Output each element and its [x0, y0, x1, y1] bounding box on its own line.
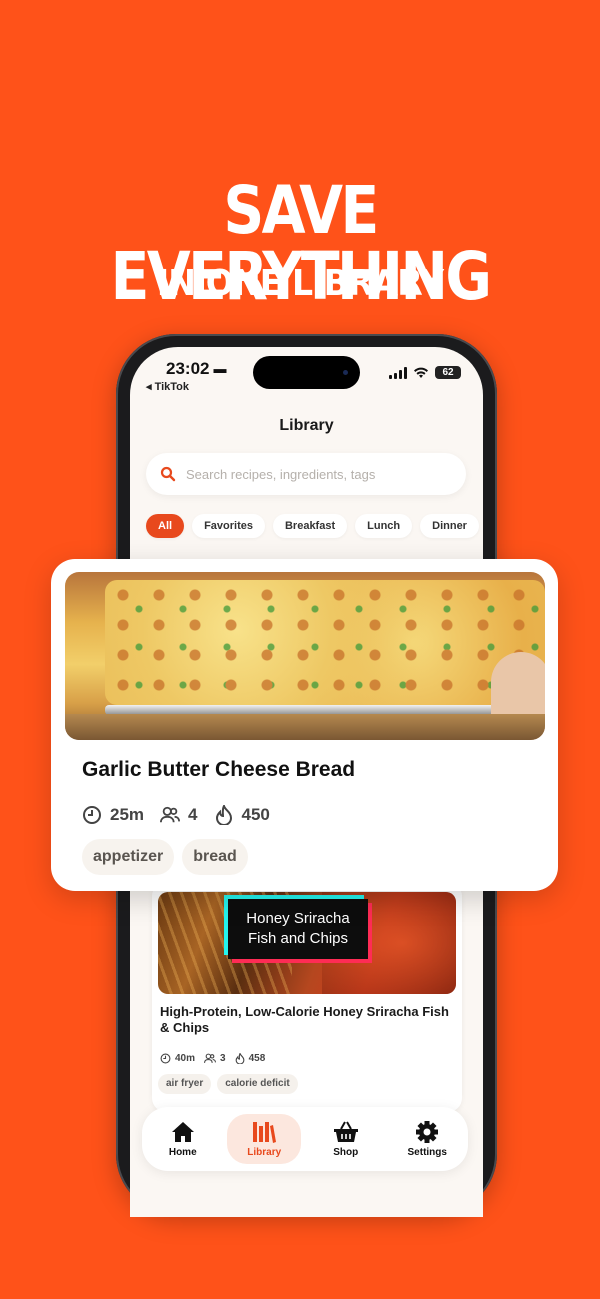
filter-chip-all[interactable]: All [146, 514, 185, 538]
status-time: 23:02 ▬ [166, 359, 227, 378]
filter-chip-breakfast[interactable]: Breakfast [272, 514, 348, 538]
recipe-meta: 40m 3 458 [160, 1053, 265, 1064]
page-title: Library [279, 417, 334, 434]
recipe-tags: air fryer calorie deficit [158, 1074, 298, 1094]
battery-indicator: 62 [435, 366, 461, 379]
recipe-tag[interactable]: calorie deficit [217, 1074, 298, 1094]
recipe-servings: 3 [220, 1053, 226, 1064]
wifi-icon [414, 367, 428, 378]
recipe-card[interactable]: Honey Sriracha Fish and Chips High-Prote… [152, 882, 462, 1112]
tab-home[interactable]: Home [146, 1120, 220, 1158]
recipe-tag[interactable]: bread [182, 839, 248, 875]
signal-icon [389, 366, 407, 379]
featured-recipe-title: Garlic Butter Cheese Bread [82, 758, 356, 781]
flame-icon [235, 1053, 244, 1064]
recipe-time: 40m [175, 1053, 196, 1064]
people-icon [160, 806, 181, 823]
video-title-overlay: Honey Sriracha Fish and Chips [228, 899, 368, 959]
search-input[interactable] [186, 466, 456, 482]
clock-icon [160, 1053, 171, 1064]
status-icons: 62 [389, 366, 461, 379]
gear-icon [416, 1121, 439, 1143]
clock-icon [83, 806, 101, 824]
library-icon [253, 1122, 277, 1143]
featured-recipe-time: 25m [110, 805, 145, 824]
recipe-calories: 458 [248, 1053, 266, 1064]
featured-recipe-image [65, 572, 545, 740]
featured-recipe-meta: 25m 4 450 [82, 805, 270, 825]
filter-chip-favorites[interactable]: Favorites [192, 514, 265, 538]
featured-recipe-tags: appetizer bread [82, 839, 248, 875]
filter-chip-dinner[interactable]: Dinner [420, 514, 479, 538]
tab-shop[interactable]: Shop [309, 1120, 383, 1158]
recipe-tag[interactable]: air fryer [158, 1074, 212, 1094]
tab-library[interactable]: Library [227, 1114, 302, 1164]
tab-settings[interactable]: Settings [390, 1120, 464, 1158]
featured-recipe-calories: 450 [241, 805, 270, 824]
subheadline: IN ONE LIBRARY [156, 263, 444, 304]
featured-recipe-servings: 4 [188, 805, 198, 824]
search-bar[interactable] [146, 453, 466, 495]
people-icon [204, 1053, 217, 1063]
bottom-tab-bar: Home Library Shop Settings [142, 1107, 468, 1171]
filter-chip-lunch[interactable]: Lunch [355, 514, 413, 538]
featured-recipe-card[interactable]: Garlic Butter Cheese Bread 25m 4 450 app… [51, 559, 558, 891]
dynamic-island [253, 356, 360, 389]
basket-icon [333, 1121, 358, 1142]
bed-icon: ▬ [213, 361, 227, 376]
flame-icon [215, 805, 232, 825]
search-icon [160, 466, 176, 482]
filter-chips: All Favorites Breakfast Lunch Dinner [146, 514, 483, 538]
recipe-tag[interactable]: appetizer [82, 839, 175, 875]
back-to-app-link[interactable]: ◂ TikTok [146, 380, 189, 393]
home-icon [171, 1122, 194, 1142]
recipe-title: High-Protein, Low-Calorie Honey Sriracha… [160, 1004, 449, 1035]
